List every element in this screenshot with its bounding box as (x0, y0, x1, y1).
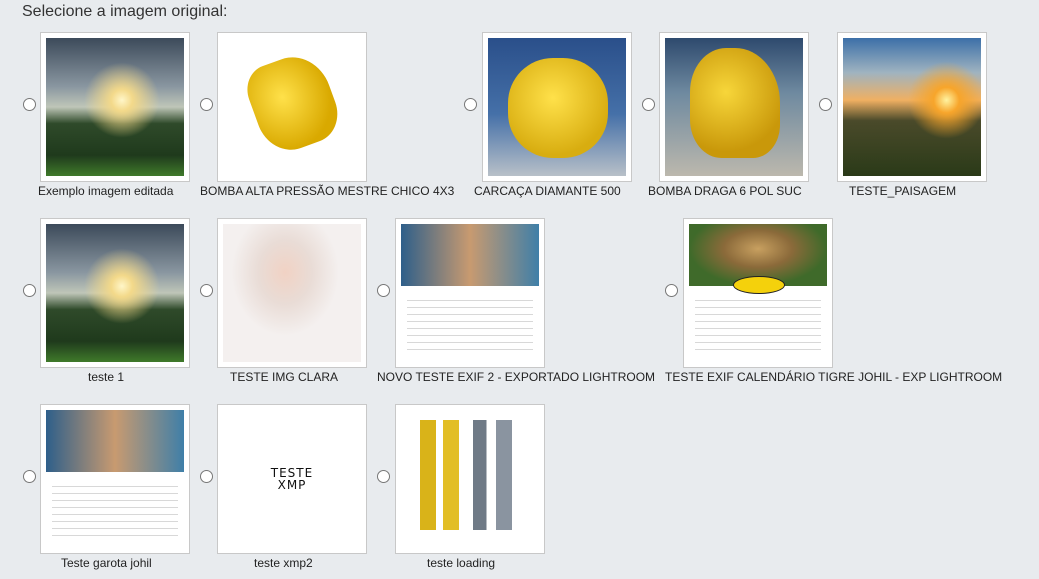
image-caption: BOMBA ALTA PRESSÃO MESTRE CHICO 4X3 (200, 184, 455, 198)
image-caption: TESTE IMG CLARA (230, 370, 339, 384)
image-caption: NOVO TESTE EXIF 2 - EXPORTADO LIGHTROOM (377, 370, 656, 384)
radio-button[interactable] (23, 98, 36, 111)
image-thumbnail[interactable] (683, 218, 833, 368)
johil-logo (733, 276, 785, 294)
image-caption: teste 1 (88, 370, 125, 384)
image-thumbnail[interactable] (659, 32, 809, 182)
radio-button[interactable] (200, 284, 213, 297)
image-thumbnail[interactable] (395, 218, 545, 368)
radio-button[interactable] (23, 470, 36, 483)
radio-button[interactable] (23, 284, 36, 297)
image-caption: teste loading (427, 556, 496, 570)
image-thumbnail[interactable] (217, 32, 367, 182)
radio-button[interactable] (464, 98, 477, 111)
radio-button[interactable] (819, 98, 832, 111)
image-thumbnail[interactable] (837, 32, 987, 182)
radio-button[interactable] (642, 98, 655, 111)
image-caption: Exemplo imagem editada (38, 184, 174, 198)
image-thumbnail[interactable] (217, 218, 367, 368)
image-caption: TESTE_PAISAGEM (849, 184, 957, 198)
page-title: Selecione a imagem original: (22, 3, 228, 20)
image-thumbnail[interactable] (482, 32, 632, 182)
image-caption: BOMBA DRAGA 6 POL SUC (648, 184, 802, 198)
xmp-line-2: XMP (277, 478, 307, 492)
radio-button[interactable] (200, 470, 213, 483)
radio-button[interactable] (377, 284, 390, 297)
radio-button[interactable] (200, 98, 213, 111)
image-caption: CARCAÇA DIAMANTE 500 (474, 184, 621, 198)
image-thumbnail[interactable]: TESTE XMP (217, 404, 367, 554)
image-caption: Teste garota johil (61, 556, 152, 570)
image-thumbnail[interactable] (40, 404, 190, 554)
image-caption: teste xmp2 (254, 556, 313, 570)
image-thumbnail[interactable] (40, 218, 190, 368)
image-thumbnail[interactable] (395, 404, 545, 554)
image-caption: TESTE EXIF CALENDÁRIO TIGRE JOHIL - EXP … (665, 370, 1003, 384)
image-thumbnail[interactable] (40, 32, 190, 182)
radio-button[interactable] (665, 284, 678, 297)
radio-button[interactable] (377, 470, 390, 483)
